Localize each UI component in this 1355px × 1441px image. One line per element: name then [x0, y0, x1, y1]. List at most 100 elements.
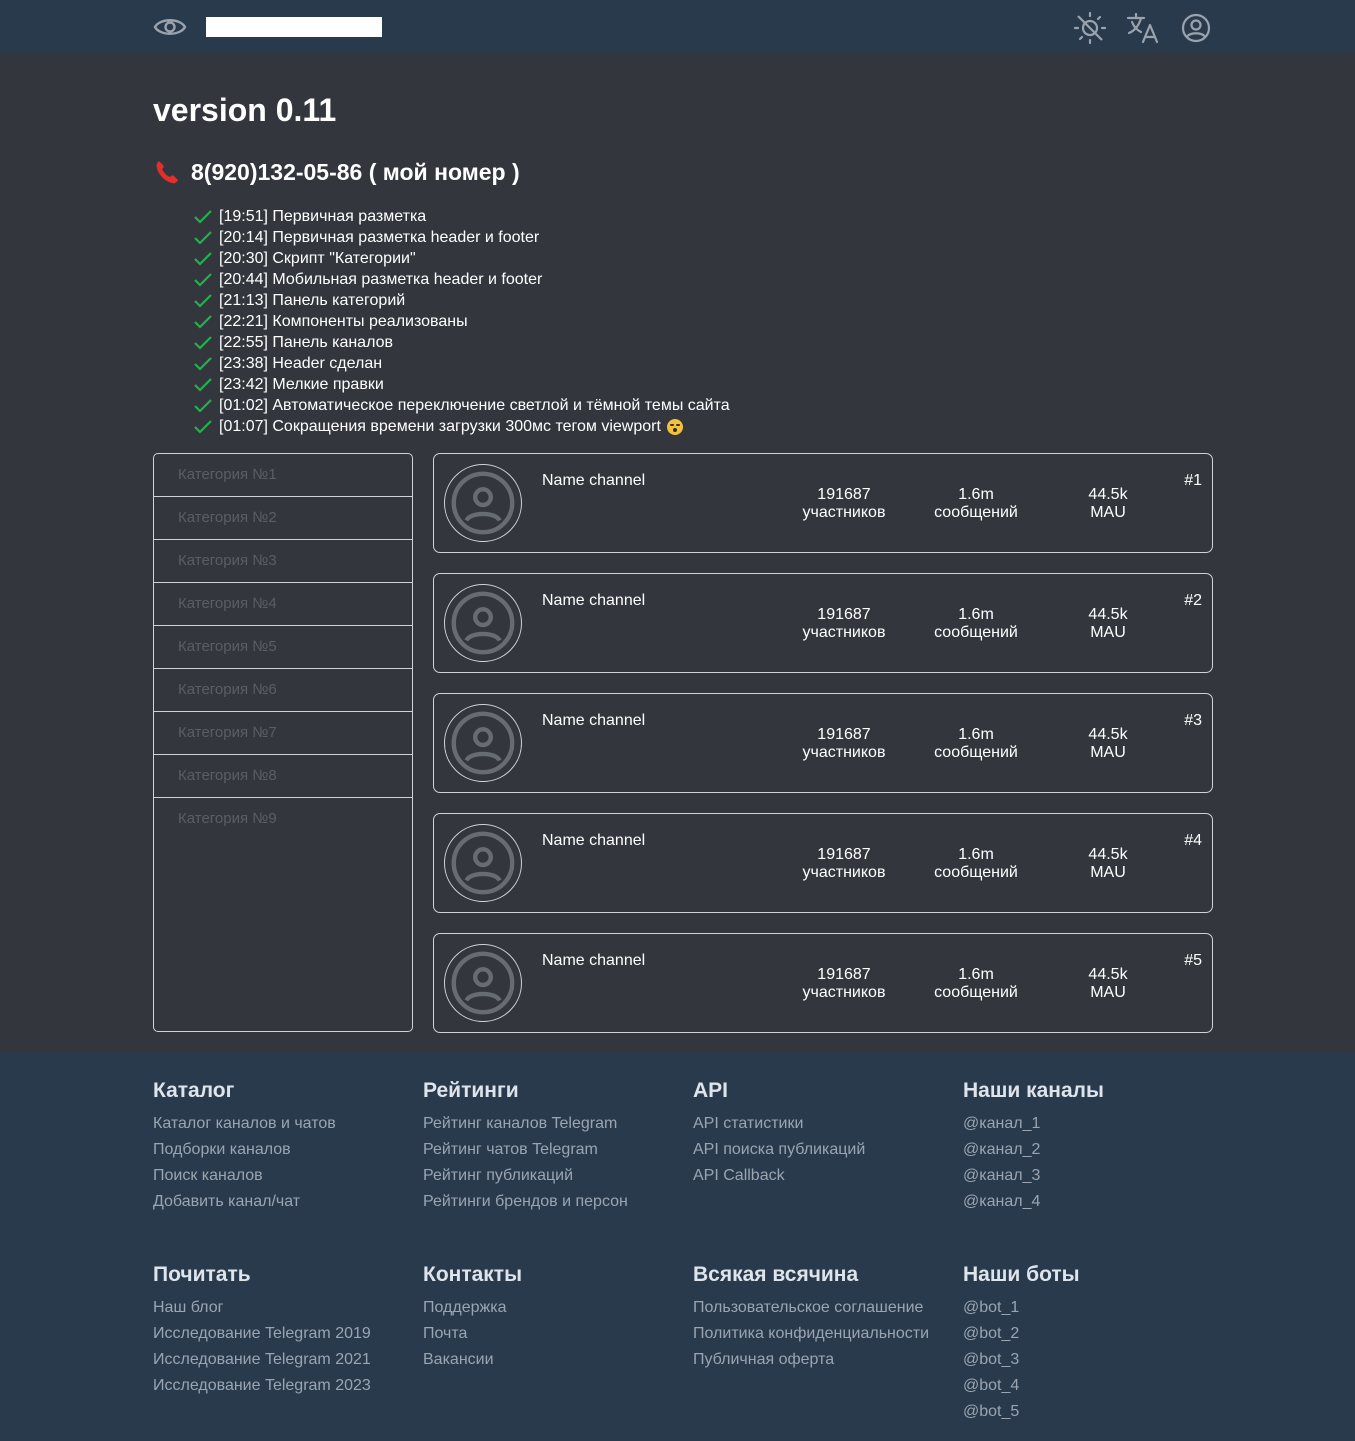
rank-badge: #3: [1184, 712, 1202, 729]
footer-heading: API: [693, 1079, 729, 1102]
footer-link[interactable]: Пользовательское соглашение: [693, 1295, 929, 1321]
footer-link[interactable]: Политика конфиденциальности: [693, 1321, 929, 1347]
category-item-2[interactable]: Категория №2: [154, 497, 412, 540]
category-item-6[interactable]: Категория №6: [154, 669, 412, 712]
footer-link[interactable]: Рейтинг публикаций: [423, 1163, 628, 1189]
footer-column-api: API API статистики API поиска публикаций…: [693, 1076, 865, 1189]
footer-link[interactable]: API статистики: [693, 1111, 865, 1137]
messages-stat: 1.6m сообщений: [934, 966, 1018, 1001]
changelog-item: [22:21] Компоненты реализованы: [193, 311, 730, 332]
footer-link[interactable]: @канал_1: [963, 1111, 1104, 1137]
changelog-item: [01:02] Автоматическое переключение свет…: [193, 395, 730, 416]
channel-card[interactable]: Name channel 191687 участников 1.6m сообще…: [433, 453, 1213, 553]
category-item-5[interactable]: Категория №5: [154, 626, 412, 669]
theme-toggle-icon[interactable]: [1072, 11, 1108, 45]
changelog-item: [19:51] Первичная разметка: [193, 206, 730, 227]
channel-card[interactable]: Name channel 191687 участников 1.6m сообще…: [433, 933, 1213, 1033]
category-item-9[interactable]: Категория №9: [154, 798, 412, 840]
members-stat: 191687 участников: [802, 486, 886, 521]
footer-link[interactable]: @bot_5: [963, 1399, 1080, 1425]
account-icon[interactable]: [1178, 11, 1214, 45]
footer-link[interactable]: Подборки каналов: [153, 1137, 336, 1163]
check-icon: [194, 209, 212, 224]
footer-link[interactable]: Рейтинг чатов Telegram: [423, 1137, 628, 1163]
check-icon: [194, 335, 212, 350]
changelog-item: [21:13] Панель категорий: [193, 290, 730, 311]
footer-link[interactable]: Публичная оферта: [693, 1347, 929, 1373]
changelog-text: [19:51] Первичная разметка: [219, 208, 427, 225]
footer-link[interactable]: Исследование Telegram 2021: [153, 1347, 371, 1373]
channel-card[interactable]: Name channel 191687 участников 1.6m сообще…: [433, 813, 1213, 913]
category-panel: Категория №1 Категория №2 Категория №3 К…: [153, 453, 413, 1032]
search-input[interactable]: [206, 17, 382, 37]
footer-link[interactable]: Поддержка: [423, 1295, 522, 1321]
footer-link[interactable]: Каталог каналов и чатов: [153, 1111, 336, 1137]
footer-link[interactable]: Рейтинги брендов и персон: [423, 1189, 628, 1215]
footer-heading: Почитать: [153, 1263, 251, 1286]
astonished-emoji-icon: [666, 418, 683, 435]
changelog-text: [22:55] Панель каналов: [219, 334, 393, 351]
footer-link[interactable]: @bot_1: [963, 1295, 1080, 1321]
changelog-text: [01:07] Сокращения времени загрузки 300м…: [219, 418, 661, 435]
changelog-text: [20:44] Мобильная разметка header и foot…: [219, 271, 543, 288]
changelog-item: [22:55] Панель каналов: [193, 332, 730, 353]
version-title: version 0.11: [153, 92, 337, 128]
footer-link[interactable]: Наш блог: [153, 1295, 371, 1321]
rank-badge: #5: [1184, 952, 1202, 969]
footer-heading: Наши боты: [963, 1263, 1080, 1286]
footer-column-bots: Наши боты @bot_1 @bot_2 @bot_3 @bot_4 @b…: [963, 1260, 1080, 1425]
translate-icon[interactable]: [1125, 11, 1161, 45]
footer-link[interactable]: @канал_3: [963, 1163, 1104, 1189]
changelog-text: [22:21] Компоненты реализованы: [219, 313, 468, 330]
check-icon: [194, 314, 212, 329]
footer-column-channels: Наши каналы @канал_1 @канал_2 @канал_3 @…: [963, 1076, 1104, 1215]
footer-column-catalog: Каталог Каталог каналов и чатов Подборки…: [153, 1076, 336, 1215]
footer-link[interactable]: Поиск каналов: [153, 1163, 336, 1189]
channel-card[interactable]: Name channel 191687 участников 1.6m сообще…: [433, 573, 1213, 673]
changelog-item: [20:44] Мобильная разметка header и foot…: [193, 269, 730, 290]
rank-badge: #2: [1184, 592, 1202, 609]
footer-link[interactable]: @bot_2: [963, 1321, 1080, 1347]
footer-link[interactable]: @bot_3: [963, 1347, 1080, 1373]
category-item-3[interactable]: Категория №3: [154, 540, 412, 583]
mau-stat: 44.5k MAU: [1088, 606, 1128, 641]
mau-stat: 44.5k MAU: [1088, 846, 1128, 881]
channel-name: Name channel: [542, 952, 646, 969]
category-item-4[interactable]: Категория №4: [154, 583, 412, 626]
footer-link[interactable]: Исследование Telegram 2023: [153, 1373, 371, 1399]
footer-link[interactable]: @канал_4: [963, 1189, 1104, 1215]
channel-card[interactable]: Name channel 191687 участников 1.6m сообще…: [433, 693, 1213, 793]
members-stat: 191687 участников: [802, 606, 886, 641]
footer-heading: Рейтинги: [423, 1079, 519, 1102]
check-icon: [194, 356, 212, 371]
footer-link[interactable]: Исследование Telegram 2019: [153, 1321, 371, 1347]
footer-link[interactable]: @канал_2: [963, 1137, 1104, 1163]
channel-name: Name channel: [542, 832, 646, 849]
members-stat: 191687 участников: [802, 966, 886, 1001]
phone-line: 8(920)132-05-86 ( мой номер ): [153, 156, 520, 188]
changelog-text: [20:14] Первичная разметка header и foot…: [219, 229, 540, 246]
footer-link[interactable]: Почта: [423, 1321, 522, 1347]
footer-link[interactable]: Рейтинг каналов Telegram: [423, 1111, 628, 1137]
footer-heading: Каталог: [153, 1079, 235, 1102]
footer-column-contacts: Контакты Поддержка Почта Вакансии: [423, 1260, 522, 1373]
footer: Каталог Каталог каналов и чатов Подборки…: [0, 1051, 1355, 1441]
footer-link[interactable]: @bot_4: [963, 1373, 1080, 1399]
category-item-8[interactable]: Категория №8: [154, 755, 412, 798]
footer-link[interactable]: API поиска публикаций: [693, 1137, 865, 1163]
check-icon: [194, 398, 212, 413]
channel-name: Name channel: [542, 592, 646, 609]
telephone-icon: [156, 161, 178, 184]
mau-stat: 44.5k MAU: [1088, 726, 1128, 761]
check-icon: [194, 293, 212, 308]
footer-link[interactable]: Вакансии: [423, 1347, 522, 1373]
check-icon: [194, 272, 212, 287]
check-icon: [194, 377, 212, 392]
phone-number: 8(920)132-05-86 ( мой номер ): [191, 158, 520, 185]
footer-link[interactable]: API Callback: [693, 1163, 865, 1189]
rank-badge: #1: [1184, 472, 1202, 489]
changelog-item: [23:38] Header сделан: [193, 353, 730, 374]
category-item-7[interactable]: Категория №7: [154, 712, 412, 755]
footer-link[interactable]: Добавить канал/чат: [153, 1189, 336, 1215]
category-item-1[interactable]: Категория №1: [154, 454, 412, 497]
